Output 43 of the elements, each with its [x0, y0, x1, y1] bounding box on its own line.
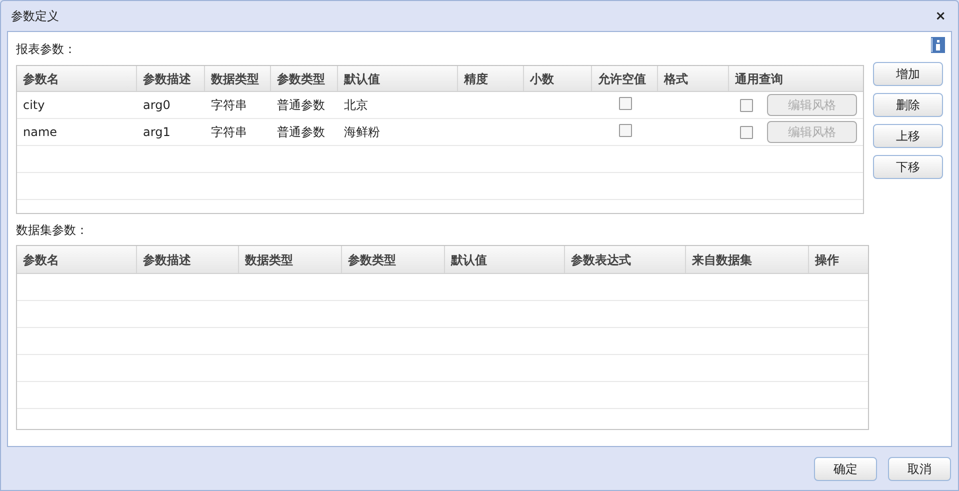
column-header[interactable]: 数据类型 — [211, 70, 259, 88]
column-header[interactable]: 通用查询 — [735, 70, 783, 88]
table-cell-text: 字符串 — [211, 97, 247, 114]
action-button[interactable]: 下移 — [873, 155, 943, 179]
column-header[interactable]: 参数描述 — [143, 70, 191, 88]
section-label: 报表参数： — [16, 41, 76, 58]
info-icon[interactable] — [931, 37, 945, 53]
table-cell-text: 北京 — [344, 97, 368, 114]
column-header[interactable]: 参数表达式 — [571, 250, 631, 268]
dialog-button[interactable]: 确定 — [814, 457, 877, 481]
column-header[interactable]: 参数类型 — [348, 250, 396, 268]
table-cell-text: arg0 — [143, 97, 170, 114]
column-header[interactable]: 格式 — [664, 70, 688, 88]
column-header[interactable]: 默认值 — [451, 250, 487, 268]
table-cell-text: 普通参数 — [277, 97, 325, 114]
table-cell-text: 海鲜粉 — [344, 124, 380, 141]
action-button[interactable]: 删除 — [873, 93, 943, 117]
action-button[interactable]: 增加 — [873, 62, 943, 86]
column-header[interactable]: 默认值 — [344, 70, 380, 88]
table-cell-text: 字符串 — [211, 124, 247, 141]
checkbox[interactable] — [740, 98, 753, 112]
column-header[interactable]: 参数描述 — [143, 250, 191, 268]
column-header[interactable]: 参数名 — [23, 250, 59, 268]
table-cell-text: name — [23, 124, 58, 141]
table-cell-text: arg1 — [143, 124, 170, 141]
checkbox[interactable] — [740, 126, 753, 138]
checkbox[interactable] — [618, 124, 632, 137]
column-header[interactable]: 允许空值 — [598, 70, 646, 88]
column-header[interactable]: 参数类型 — [277, 70, 325, 88]
window-title: 参数定义 — [11, 8, 59, 25]
column-header[interactable]: 数据类型 — [245, 250, 293, 268]
column-header[interactable]: 来自数据集 — [692, 250, 752, 268]
column-header[interactable]: 操作 — [815, 250, 839, 268]
dialog-button[interactable]: 取消 — [888, 457, 951, 481]
section-label: 数据集参数： — [16, 222, 88, 239]
action-button[interactable]: 上移 — [873, 124, 943, 148]
column-header[interactable]: 精度 — [464, 70, 488, 88]
column-header[interactable]: 小数 — [530, 70, 554, 88]
table-cell-text: city — [23, 97, 45, 114]
table-cell-text: 普通参数 — [277, 124, 325, 141]
close-button[interactable]: × — [933, 10, 948, 22]
column-header[interactable]: 参数名 — [23, 70, 59, 88]
checkbox[interactable] — [618, 97, 632, 110]
